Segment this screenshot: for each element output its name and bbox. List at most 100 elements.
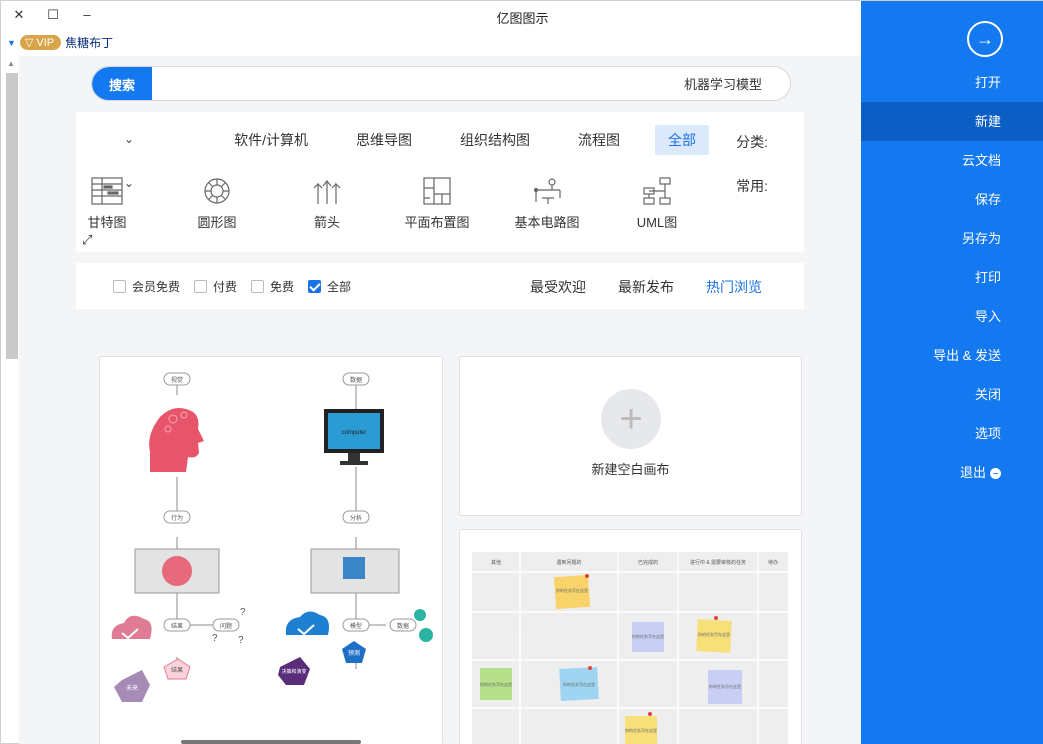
sidebar-item-options[interactable]: 选项 <box>861 414 1043 453</box>
window-controls: ✕ ☐ – <box>11 7 95 23</box>
blank-canvas-label: 新建空白画布 <box>591 462 670 477</box>
common-item-label: 基本电路图 <box>514 215 580 230</box>
svg-text:已完成的: 已完成的 <box>638 559 658 566</box>
node-label: 视觉 <box>171 376 183 384</box>
svg-text:遇到问题的: 遇到问题的 <box>556 559 581 566</box>
svg-text:你的任务写在这里: 你的任务写在这里 <box>563 681 595 687</box>
svg-text:数据: 数据 <box>397 622 409 630</box>
scroll-thumb[interactable] <box>6 73 18 359</box>
checkbox[interactable] <box>308 280 322 293</box>
checkbox[interactable] <box>113 280 126 293</box>
vertical-scrollbar[interactable]: ▲ <box>4 57 18 744</box>
new-blank-canvas-card[interactable]: + 新建空白画布 <box>459 356 802 516</box>
price-filter-paid[interactable]: 付费 <box>194 278 237 295</box>
search-input[interactable] <box>158 67 778 100</box>
sidebar-item-export[interactable]: 导出 & 发送 <box>861 336 1043 375</box>
gantt-icon <box>90 176 124 206</box>
chevron-down-icon[interactable]: ⌄ <box>124 176 134 190</box>
close-icon[interactable]: ✕ <box>11 7 27 23</box>
category-tab-flowchart[interactable]: 流程图 <box>565 125 633 155</box>
common-item-arrows[interactable]: 箭头 <box>272 176 382 231</box>
svg-text:你的任务写在这里: 你的任务写在这里 <box>698 631 730 637</box>
sidebar-item-open[interactable]: 打开 <box>861 63 1043 102</box>
common-item-gantt[interactable]: 甘特图 <box>52 176 162 231</box>
sidebar-item-close[interactable]: 关闭 <box>861 375 1043 414</box>
back-arrow-icon[interactable]: → <box>967 21 1003 57</box>
common-templates: UML图 基本电路图 平面布置图 箭头 圆形图 甘特图 <box>52 176 712 231</box>
common-item-circle-diagram[interactable]: 圆形图 <box>162 176 272 231</box>
filter-panel: 分类: 全部 流程图 组织结构图 思维导图 软件/计算机 ⌄ 常用: UML图 … <box>76 112 804 252</box>
svg-text:?: ? <box>238 635 244 646</box>
common-item-floorplan[interactable]: 平面布置图 <box>382 176 492 231</box>
category-tab-software[interactable]: 软件/计算机 <box>221 125 321 155</box>
svg-text:?: ? <box>212 633 218 644</box>
svg-text:你的任务写在这里: 你的任务写在这里 <box>632 633 664 639</box>
category-tabs: 全部 流程图 组织结构图 思维导图 软件/计算机 <box>199 125 709 155</box>
sidebar-item-save-as[interactable]: 另存为 <box>861 219 1043 258</box>
category-tab-orgchart[interactable]: 组织结构图 <box>447 125 543 155</box>
common-item-label: UML图 <box>636 215 678 230</box>
user-name[interactable]: 焦糖布丁 <box>65 34 113 51</box>
common-item-label: 圆形图 <box>197 215 237 230</box>
svg-text:你的任务写在这里: 你的任务写在这里 <box>709 683 741 689</box>
sidebar-item-cloud-docs[interactable]: 云文档 <box>861 141 1043 180</box>
svg-text:?: ? <box>240 607 246 618</box>
sidebar-item-save[interactable]: 保存 <box>861 180 1043 219</box>
sidebar-item-exit[interactable]: 退出 – <box>861 453 1043 492</box>
floorplan-icon <box>420 176 454 206</box>
plus-icon: + <box>601 389 661 449</box>
svg-text:你的任务写在这里: 你的任务写在这里 <box>556 587 588 593</box>
minimize-icon[interactable]: – <box>79 7 95 23</box>
ml-diagram-thumbnail: 视觉 行为 结果 问题 ? ? ? 结果 未来 数据 computer 分析 模… <box>111 372 433 702</box>
horizontal-scrollbar[interactable] <box>181 740 361 744</box>
chevron-down-icon[interactable]: ⌄ <box>124 132 134 146</box>
sort-tab-hot[interactable]: 热门浏览 <box>706 277 762 297</box>
sort-panel: 热门浏览 最新发布 最受欢迎 全部 免费 付费 会员免费 <box>76 263 804 309</box>
template-search: 搜索 <box>91 66 791 101</box>
category-label: 分类: <box>736 134 768 150</box>
price-filter-free[interactable]: 免费 <box>251 278 294 295</box>
sidebar-item-import[interactable]: 导入 <box>861 297 1043 336</box>
arrows-icon <box>310 176 344 206</box>
common-item-circuit[interactable]: 基本电路图 <box>492 176 602 231</box>
user-menu[interactable]: ▼ ▽ VIP 焦糖布丁 <box>7 34 113 51</box>
checkbox[interactable] <box>251 280 265 293</box>
price-filter-all[interactable]: 全部 <box>308 278 351 295</box>
common-item-label: 甘特图 <box>87 215 127 230</box>
search-button[interactable]: 搜索 <box>92 67 152 100</box>
svg-text:模型: 模型 <box>350 622 362 630</box>
svg-text:决策和演变: 决策和演变 <box>281 668 306 675</box>
scroll-up-icon[interactable]: ▲ <box>7 59 15 68</box>
category-tab-all[interactable]: 全部 <box>655 125 709 155</box>
caret-down-icon[interactable]: ▼ <box>7 38 16 48</box>
sidebar-item-new[interactable]: 新建 <box>861 102 1043 141</box>
svg-text:问题: 问题 <box>220 622 232 630</box>
common-item-uml[interactable]: UML图 <box>602 176 712 231</box>
maximize-icon[interactable]: ☐ <box>45 7 61 23</box>
sort-tab-popular[interactable]: 最受欢迎 <box>530 277 586 297</box>
sidebar-item-print[interactable]: 打印 <box>861 258 1043 297</box>
sort-tab-newest[interactable]: 最新发布 <box>618 277 674 297</box>
uml-icon <box>640 176 674 206</box>
circle-diagram-icon <box>200 176 234 206</box>
svg-text:分析: 分析 <box>350 514 362 522</box>
svg-text:你的任务写在这里: 你的任务写在这里 <box>480 681 512 687</box>
expand-icon[interactable]: ⤢ <box>82 232 92 248</box>
price-filters: 全部 免费 付费 会员免费 <box>113 278 351 295</box>
svg-text:你的任务写在这里: 你的任务写在这里 <box>625 727 657 733</box>
price-filter-member[interactable]: 会员免费 <box>113 278 180 295</box>
svg-text:待办: 待办 <box>768 559 778 566</box>
monitor-label: computer <box>341 430 366 436</box>
svg-text:数据: 数据 <box>350 376 362 384</box>
vip-badge[interactable]: ▽ VIP <box>19 35 62 50</box>
vip-badge-icon: ▽ <box>24 37 34 49</box>
circuit-icon <box>530 176 564 206</box>
template-card-kanban[interactable]: 待办 进行中 & 需要审核的任务 已完成的 遇到问题的 其他 你的任务写在这里 … <box>459 529 802 744</box>
checkbox[interactable] <box>194 280 208 293</box>
svg-text:进行中 & 需要审核的任务: 进行中 & 需要审核的任务 <box>690 559 746 566</box>
sort-tabs: 热门浏览 最新发布 最受欢迎 <box>530 277 762 297</box>
category-tab-mindmap[interactable]: 思维导图 <box>343 125 425 155</box>
template-card-ml-diagram[interactable]: 视觉 行为 结果 问题 ? ? ? 结果 未来 数据 computer 分析 模… <box>99 356 443 744</box>
sidebar-menu: 打开 新建 云文档 保存 另存为 打印 导入 导出 & 发送 关闭 选项 退出 – <box>861 63 1043 492</box>
svg-text:未来: 未来 <box>126 684 138 692</box>
